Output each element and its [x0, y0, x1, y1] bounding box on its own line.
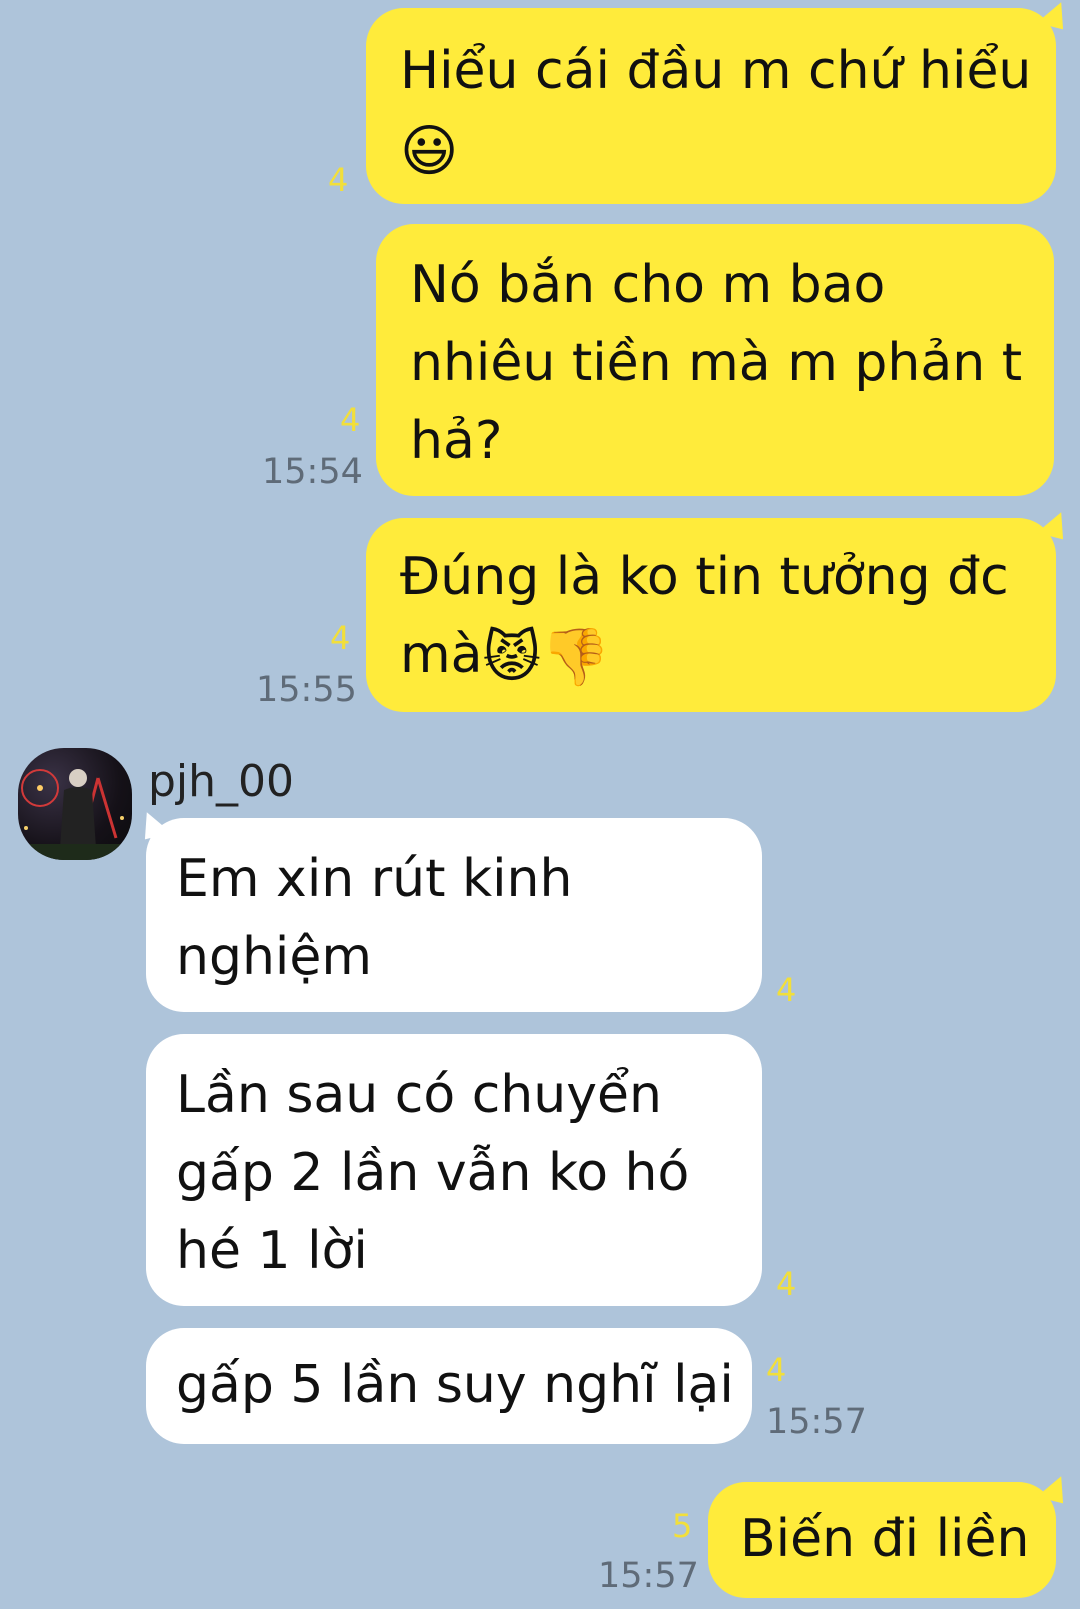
message-text: Hiểu cái đầu m chứ hiểu — [400, 41, 1032, 101]
message-timestamp: 15:54 — [262, 452, 363, 492]
message-text: Em xin rút kinh nghiệm — [176, 849, 573, 987]
read-count: 4 — [766, 1351, 787, 1389]
message-timestamp: 15:57 — [598, 1556, 699, 1596]
message-bubble-outgoing[interactable]: Hiểu cái đầu m chứ hiểu 😃 — [366, 8, 1056, 204]
pouting-cat-thumbs-down-emoji-icon: 😾👎 — [482, 625, 611, 690]
message-timestamp: 15:55 — [256, 670, 357, 710]
read-count: 4 — [340, 401, 361, 439]
message-bubble-incoming[interactable]: gấp 5 lần suy nghĩ lại — [146, 1328, 752, 1444]
avatar-photo-icon — [18, 769, 132, 860]
message-bubble-outgoing[interactable]: Nó bắn cho m bao nhiêu tiền mà m phản t … — [376, 224, 1054, 496]
message-bubble-outgoing[interactable]: Biến đi liền — [708, 1482, 1056, 1598]
avatar[interactable] — [18, 748, 132, 860]
read-count: 4 — [330, 619, 351, 657]
message-bubble-outgoing[interactable]: Đúng là ko tin tưởng đc mà😾👎 — [366, 518, 1056, 712]
message-text: Lần sau có chuyển gấp 2 lần vẫn ko hó hé… — [176, 1065, 690, 1281]
sender-name[interactable]: pjh_00 — [148, 756, 294, 808]
message-text: gấp 5 lần suy nghĩ lại — [176, 1355, 734, 1415]
message-timestamp: 15:57 — [766, 1402, 867, 1442]
read-count: 5 — [672, 1507, 693, 1545]
read-count: 4 — [328, 161, 349, 199]
read-count: 4 — [776, 971, 797, 1009]
message-bubble-incoming[interactable]: Em xin rút kinh nghiệm — [146, 818, 762, 1012]
message-text: Nó bắn cho m bao nhiêu tiền mà m phản t … — [410, 255, 1023, 471]
read-count: 4 — [776, 1265, 797, 1303]
message-text: Biến đi liền — [740, 1509, 1030, 1569]
grinning-face-emoji-icon: 😃 — [400, 119, 459, 184]
message-bubble-incoming[interactable]: Lần sau có chuyển gấp 2 lần vẫn ko hó hé… — [146, 1034, 762, 1306]
